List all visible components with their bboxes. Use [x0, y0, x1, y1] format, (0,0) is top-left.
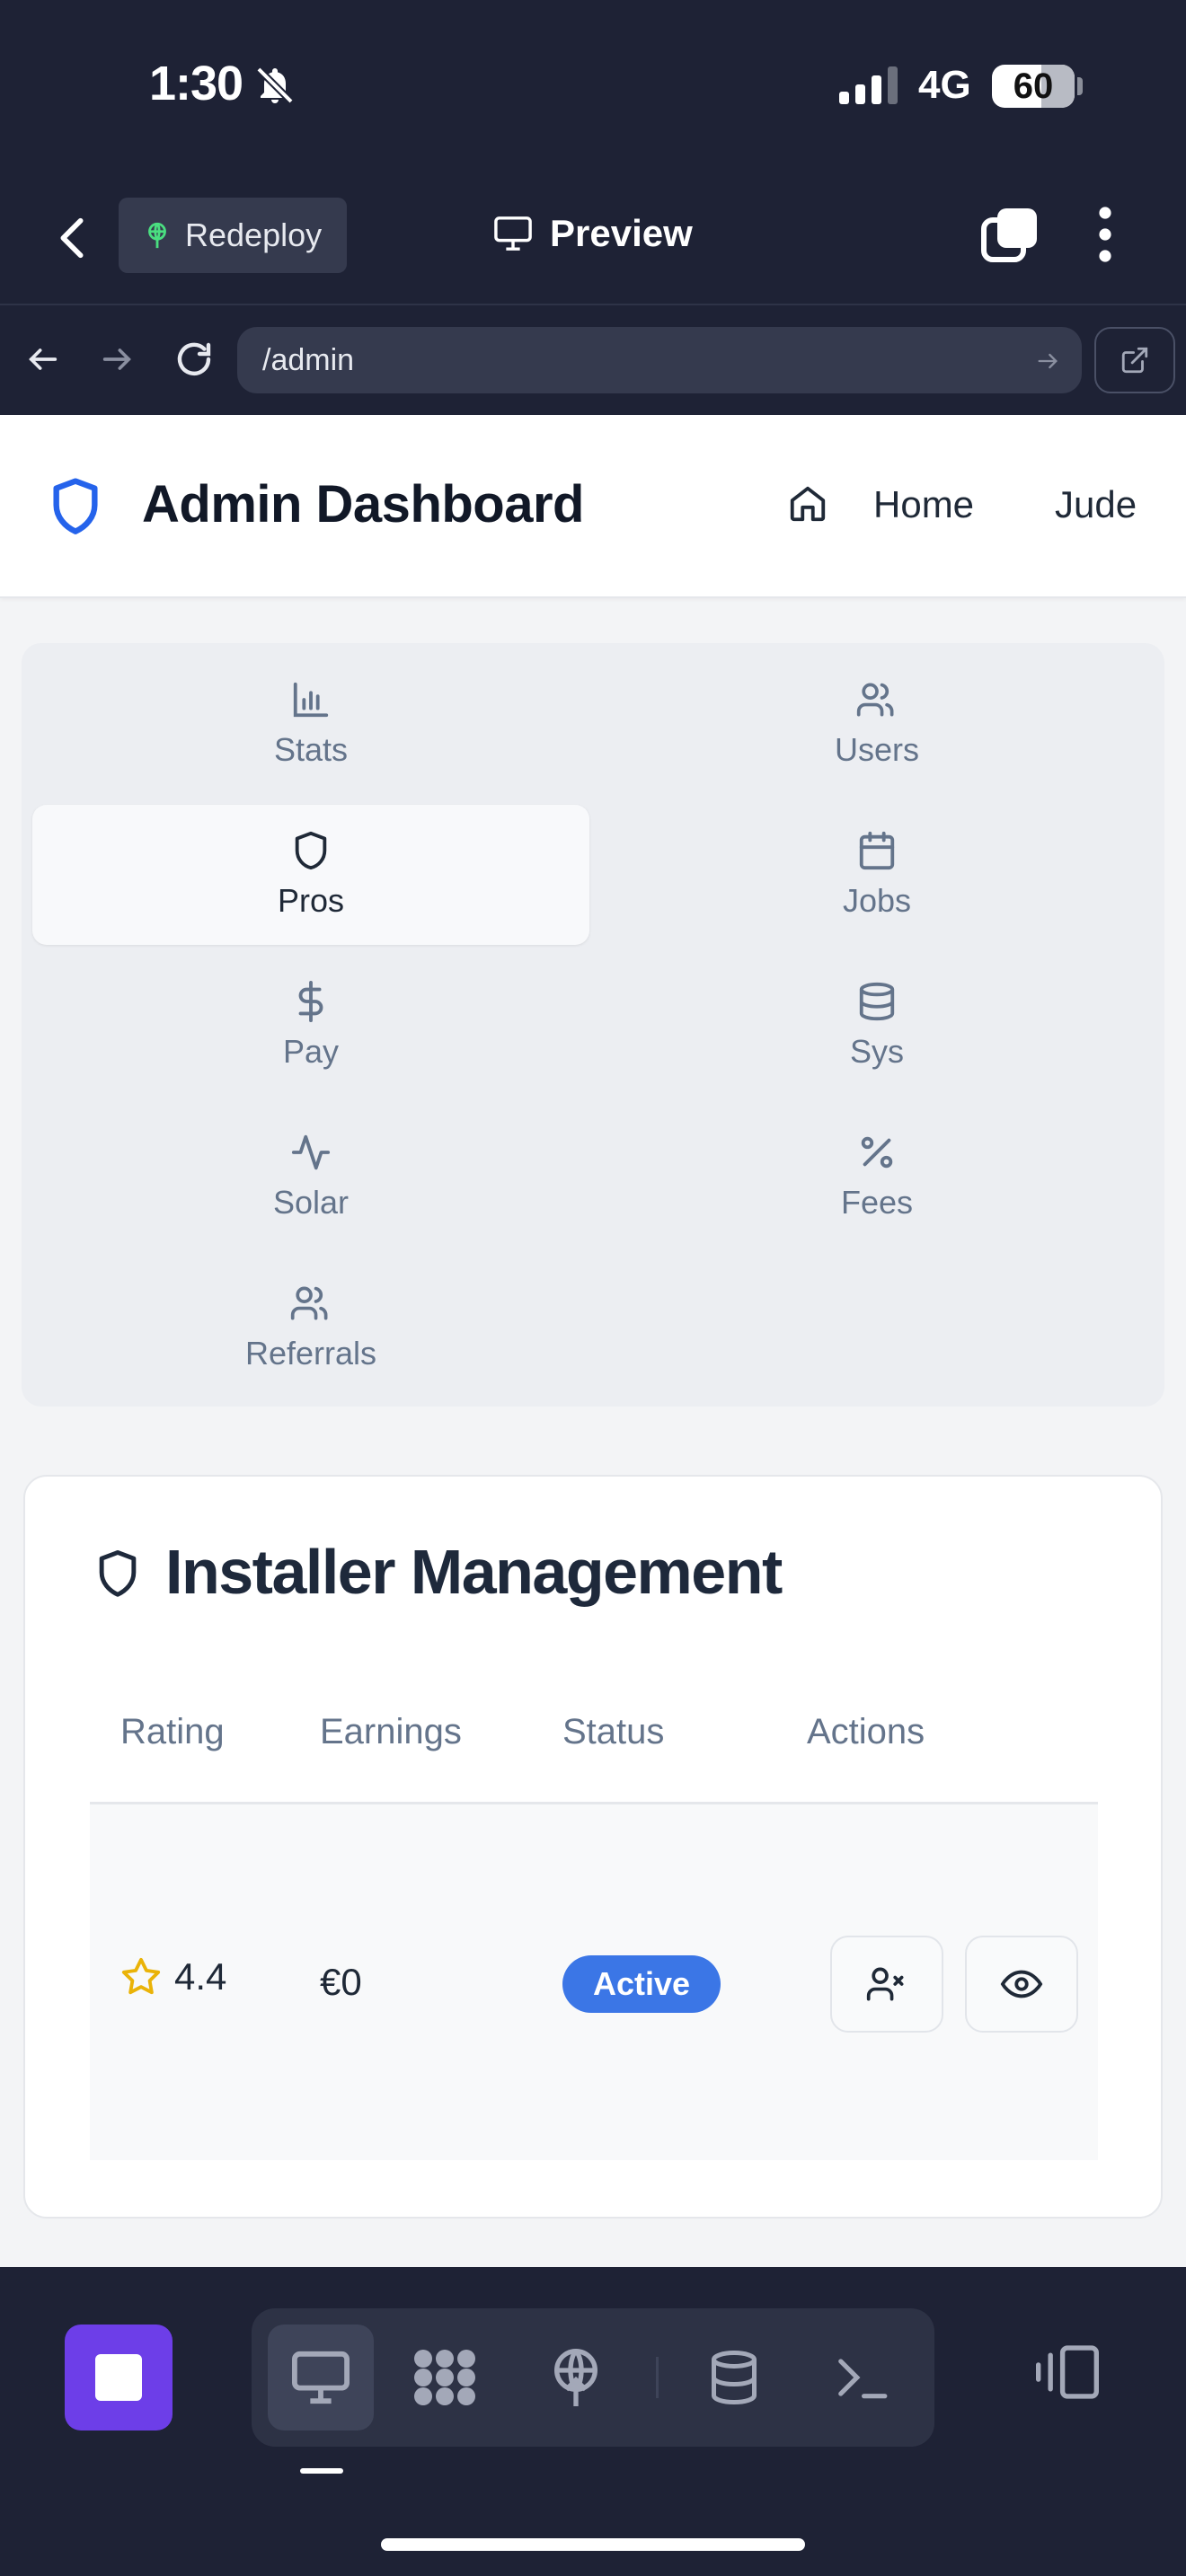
nav-item-pros[interactable]: Pros [32, 805, 589, 945]
user-menu[interactable]: Jude [1055, 483, 1137, 526]
home-indicator[interactable] [381, 2538, 805, 2551]
nav-item-pay[interactable]: Pay [32, 956, 589, 1096]
apps-icon [411, 2346, 479, 2409]
home-link[interactable]: Home [873, 483, 974, 526]
view-installer-button[interactable] [965, 1936, 1078, 2033]
browser-back-icon[interactable] [25, 341, 61, 377]
bar-chart-icon [290, 679, 332, 720]
bell-off-icon [253, 63, 296, 108]
nav-label: Stats [273, 731, 349, 768]
redeploy-label: Redeploy [185, 216, 323, 253]
stop-icon [95, 2354, 142, 2401]
shield-icon [290, 830, 332, 871]
rating-cell: 4.4 [120, 1955, 226, 1998]
url-bar: /admin [0, 307, 1186, 415]
dock-deploy-button[interactable] [523, 2325, 629, 2430]
column-header-rating: Rating [120, 1712, 225, 1751]
page-title: Admin Dashboard [142, 475, 585, 534]
calendar-icon [856, 830, 898, 871]
url-input[interactable]: /admin [237, 327, 1082, 393]
nav-item-sys[interactable]: Sys [598, 956, 1155, 1096]
nav-label: Pros [277, 882, 345, 919]
card-title: Installer Management [165, 1537, 783, 1607]
home-icon[interactable] [787, 483, 828, 525]
deactivate-installer-button[interactable] [830, 1936, 943, 2033]
deploy-icon [547, 2346, 605, 2409]
stop-button[interactable] [65, 2325, 173, 2430]
preview-button[interactable]: Preview [492, 212, 693, 255]
star-icon [120, 1956, 162, 1998]
admin-nav: Stats Users Pros Jobs Pay Sys Solar Fees… [22, 643, 1164, 1407]
users-icon [289, 1283, 332, 1324]
nav-item-users[interactable]: Users [598, 654, 1155, 794]
battery-level: 60 [1013, 66, 1054, 106]
nav-label: Fees [840, 1184, 914, 1221]
globe-icon [142, 220, 173, 251]
nav-label: Pay [282, 1033, 340, 1070]
dock-terminal-button[interactable] [809, 2325, 915, 2430]
panel-toggle-icon[interactable] [1033, 2341, 1102, 2404]
preview-label: Preview [550, 212, 693, 254]
shield-icon [93, 1548, 142, 1601]
activity-icon [290, 1132, 332, 1173]
eye-icon [999, 1963, 1044, 2005]
bottom-dock [0, 2267, 1186, 2576]
earnings-value: €0 [320, 1961, 362, 2003]
monitor-icon [289, 2349, 352, 2406]
nav-item-solar[interactable]: Solar [32, 1107, 589, 1247]
column-header-status: Status [562, 1712, 665, 1751]
dock-tool-group [252, 2308, 934, 2447]
percent-icon [856, 1132, 898, 1173]
back-chevron-icon[interactable] [54, 216, 90, 260]
nav-label: Sys [849, 1033, 904, 1070]
dock-separator [656, 2357, 659, 2398]
dollar-icon [290, 981, 332, 1022]
nav-label: Jobs [842, 882, 912, 919]
status-badge: Active [562, 1955, 721, 2013]
battery-icon: 60 [992, 65, 1075, 108]
nav-item-referrals[interactable]: Referrals [32, 1257, 589, 1398]
status-time: 1:30 [149, 57, 243, 110]
external-link-icon [1120, 345, 1150, 375]
reload-icon[interactable] [173, 338, 216, 381]
redeploy-button[interactable]: Redeploy [119, 198, 347, 273]
table-row[interactable]: 4.4 €0 Active [90, 1804, 1098, 2160]
battery-nub [1077, 77, 1083, 95]
status-bar: 1:30 4G 60 [0, 0, 1186, 171]
database-icon [856, 981, 898, 1022]
database-icon [707, 2348, 761, 2407]
dock-database-button[interactable] [681, 2325, 787, 2430]
active-tab-indicator [300, 2468, 343, 2474]
installer-management-card: Installer Management Rating Earnings Sta… [23, 1475, 1163, 2219]
nav-label: Users [834, 731, 919, 768]
monitor-icon [492, 215, 534, 252]
nav-item-stats[interactable]: Stats [32, 654, 589, 794]
rating-value: 4.4 [174, 1955, 227, 1998]
user-x-icon [865, 1963, 908, 2005]
browser-forward-icon[interactable] [99, 341, 135, 377]
tabs-icon[interactable] [981, 207, 1039, 262]
dock-apps-button[interactable] [392, 2325, 498, 2430]
admin-page: Admin Dashboard Home Jude Stats Users Pr… [0, 415, 1186, 2267]
url-text: /admin [262, 343, 355, 377]
nav-item-jobs[interactable]: Jobs [598, 805, 1155, 945]
nav-item-fees[interactable]: Fees [598, 1107, 1155, 1247]
open-external-button[interactable] [1094, 327, 1175, 393]
page-header: Admin Dashboard Home Jude [0, 415, 1186, 598]
more-vertical-icon[interactable] [1089, 205, 1121, 264]
dock-preview-button[interactable] [268, 2325, 374, 2430]
network-type: 4G [918, 63, 971, 107]
nav-label: Referrals [244, 1335, 377, 1372]
column-header-earnings: Earnings [320, 1712, 462, 1751]
column-header-actions: Actions [807, 1712, 925, 1751]
users-icon [855, 679, 898, 720]
go-arrow-icon[interactable] [1035, 348, 1060, 374]
nav-label: Solar [272, 1184, 350, 1221]
shield-logo-icon [47, 476, 104, 539]
terminal-icon [834, 2353, 890, 2402]
app-bar: Redeploy Preview [0, 171, 1186, 305]
signal-icon [839, 66, 898, 104]
